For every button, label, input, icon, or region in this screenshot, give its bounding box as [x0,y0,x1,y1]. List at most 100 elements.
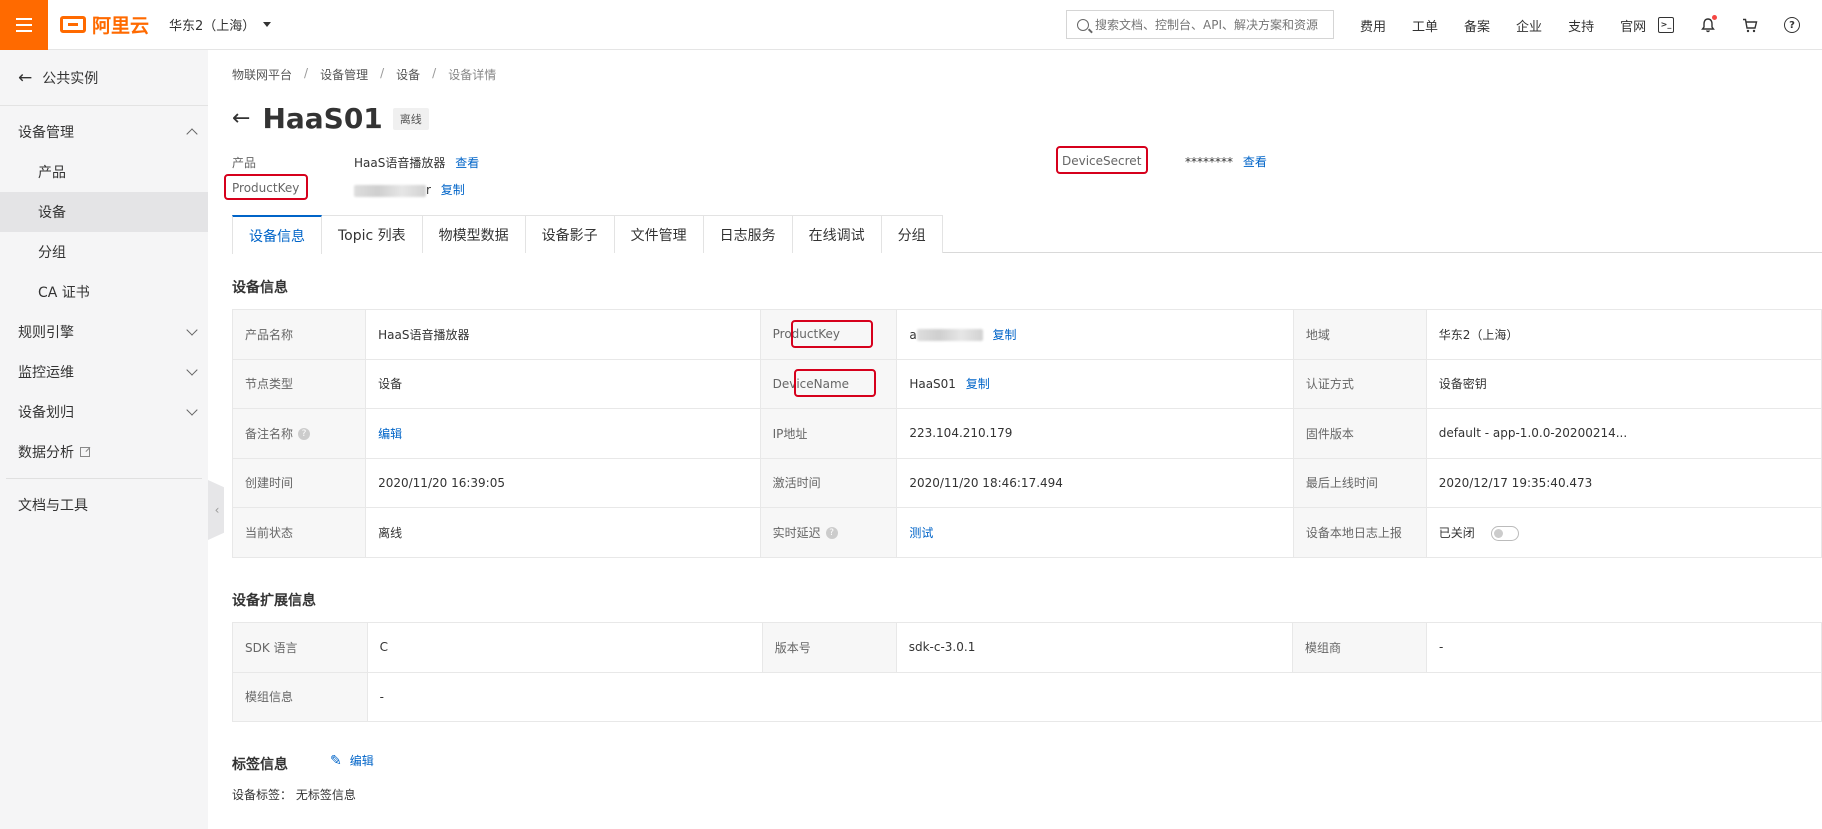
device-tags-label: 设备标签： [232,788,293,802]
masked-value [916,329,983,342]
nav-official-site[interactable]: 官网 [1620,16,1646,35]
cart-icon[interactable] [1742,17,1758,33]
current-status-label: 当前状态 [231,507,367,558]
devicename-text: HaaS01 [909,377,956,392]
firmware-version-label: 固件版本 [1292,408,1427,459]
highlight-box [791,320,873,348]
nav-icp[interactable]: 备案 [1464,16,1490,35]
copy-productkey-link[interactable]: 复制 [993,328,1017,342]
sidebar-group-monitoring[interactable]: 监控运维 [0,352,208,392]
ip-address-value: 223.104.210.179 [896,408,1294,459]
tab-topic-list[interactable]: Topic 列表 [321,215,423,253]
tag-info-title: 标签信息 [232,757,288,773]
edit-tags-button[interactable]: ✎ 编辑 [330,752,374,769]
chevron-left-icon: ‹ [214,503,220,517]
breadcrumb-device[interactable]: 设备 [396,66,420,83]
search-input[interactable] [1095,17,1325,32]
copy-productkey-link[interactable]: 复制 [441,183,465,197]
local-log-toggle[interactable] [1490,525,1519,541]
tab-file-management[interactable]: 文件管理 [613,215,704,253]
tab-online-debug[interactable]: 在线调试 [791,215,882,253]
nav-billing[interactable]: 费用 [1360,16,1386,35]
masked-value [354,184,426,197]
productkey-tail: r [426,183,431,197]
table-row: 产品名称 HaaS语音播放器 ProductKey a 复制 地域 华东2（上海… [231,309,1822,360]
remark-name-label: 备注名称? [231,408,367,459]
search-box[interactable] [1066,10,1334,39]
search-icon [1077,18,1089,31]
module-info-value: - [366,671,1822,722]
help-icon[interactable]: ? [1784,17,1800,33]
sidebar-group-device-assignment[interactable]: 设备划归 [0,392,208,432]
question-icon[interactable]: ? [298,428,311,441]
sidebar-item-data-analysis[interactable]: 数据分析 [0,432,208,472]
activated-time-label: 激活时间 [759,457,898,508]
masked-secret: ******** [1185,155,1233,169]
node-type-value: 设备 [365,358,761,409]
chevron-up-icon [186,128,198,140]
nav-enterprise[interactable]: 企业 [1516,16,1542,35]
region-selector[interactable]: 华东2（上海） [169,15,272,34]
highlight-box [794,369,876,397]
top-nav: 费用 工单 备案 企业 支持 官网 [1360,0,1672,50]
sidebar-item-ca-cert[interactable]: CA 证书 [0,272,208,312]
external-link-icon [80,447,90,457]
switch-state-text: 已关闭 [1438,525,1475,540]
back-to-public-instance[interactable]: ← 公共实例 [0,50,208,106]
sidebar-item-device[interactable]: 设备 [0,192,208,232]
sidebar: ← 公共实例 设备管理 产品 设备 分组 CA 证书 规则引擎 监控运维 设备划… [0,50,208,829]
status-badge: 离线 [392,107,429,130]
region-label: 华东2（上海） [169,19,256,34]
sidebar-item-product[interactable]: 产品 [0,152,208,192]
edit-remark-link[interactable]: 编辑 [378,427,402,441]
table-row: 备注名称? 编辑 IP地址 223.104.210.179 固件版本 defau… [231,408,1822,459]
table-row: 创建时间 2020/11/20 16:39:05 激活时间 2020/11/20… [231,457,1822,508]
label-text: 实时延迟 [772,525,821,540]
breadcrumb-device-management[interactable]: 设备管理 [320,66,368,83]
tab-device-info[interactable]: 设备信息 [232,215,322,254]
ip-address-label: IP地址 [759,408,898,459]
sidebar-group-label: 设备管理 [18,125,74,141]
question-icon[interactable]: ? [825,527,838,540]
ext-info-table: SDK 语言 C 版本号 sdk-c-3.0.1 模组商 - 模组信息 - [232,622,1822,722]
sidebar-group-device-management[interactable]: 设备管理 [0,112,208,152]
sidebar-group-rule-engine[interactable]: 规则引擎 [0,312,208,352]
page-header: ← HaaS01 离线 [232,102,429,135]
sidebar-item-label: 文档与工具 [18,498,88,514]
firmware-version-value: default - app-1.0.0-20200214... [1425,408,1822,459]
sidebar-group-label: 监控运维 [18,365,74,381]
breadcrumb-iot-platform[interactable]: 物联网平台 [232,66,292,83]
tab-bar: 设备信息 Topic 列表 物模型数据 设备影子 文件管理 日志服务 在线调试 … [232,215,1822,254]
view-product-link[interactable]: 查看 [455,156,479,170]
tab-log-service[interactable]: 日志服务 [702,215,793,253]
product-value: HaaS语音播放器 查看 [354,154,479,171]
tab-group[interactable]: 分组 [880,215,943,253]
sidebar-collapse-handle[interactable]: ‹ [208,480,224,540]
nav-support[interactable]: 支持 [1568,16,1594,35]
last-online-label: 最后上线时间 [1292,457,1427,508]
arrow-left-icon[interactable]: ← [232,106,250,131]
highlight-box [1056,146,1148,174]
label-text: 备注名称 [245,426,294,441]
table-row: 模组信息 - [232,671,1822,722]
terminal-icon[interactable]: >_ [1658,17,1674,33]
tab-thing-model-data[interactable]: 物模型数据 [421,215,526,253]
module-vendor-value: - [1425,622,1822,673]
product-name-value: HaaS语音播放器 [365,309,761,360]
test-latency-link[interactable]: 测试 [909,526,933,540]
device-info-table: 产品名称 HaaS语音播放器 ProductKey a 复制 地域 华东2（上海… [231,309,1822,558]
ext-info-title: 设备扩展信息 [232,593,316,609]
sidebar-item-docs-tools[interactable]: 文档与工具 [0,485,208,525]
copy-devicename-link[interactable]: 复制 [966,377,990,391]
sidebar-item-group[interactable]: 分组 [0,232,208,272]
chevron-down-icon [186,364,198,376]
devicename-value: HaaS01 复制 [896,358,1294,409]
logo[interactable]: 阿里云 [60,11,149,38]
tab-device-shadow[interactable]: 设备影子 [524,215,615,253]
bell-icon[interactable] [1700,15,1717,33]
view-devicesecret-link[interactable]: 查看 [1243,155,1267,169]
nav-tickets[interactable]: 工单 [1412,16,1438,35]
menu-button[interactable] [0,0,48,50]
aliyun-logo-icon [60,16,86,33]
sidebar-group-label: 设备划归 [18,405,74,421]
